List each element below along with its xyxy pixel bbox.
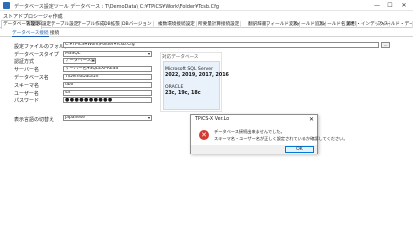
- user-field[interactable]: sa: [63, 90, 152, 96]
- dialog-body: ✕ データベース接続出来ませんでした。 スキーマ名・ユーザー名が正しく設定されて…: [191, 124, 348, 145]
- user-label: ユーザー名: [14, 91, 39, 97]
- schema-label: スキーマ名: [14, 83, 40, 89]
- schema-field[interactable]: dbo: [63, 82, 152, 88]
- dialog-footer: OK: [191, 145, 317, 154]
- browse-button[interactable]: ...: [381, 42, 390, 48]
- db-sqlserver-versions: 2022, 2019, 2017, 2016: [165, 73, 229, 78]
- server-field[interactable]: サーバー名¥SQLEXPRESS: [63, 66, 152, 72]
- supported-db-title: 対応データベース: [162, 55, 199, 60]
- dialog-title: TPiCS-X Ver.Lo: [195, 117, 230, 122]
- ok-button[interactable]: OK: [285, 146, 314, 153]
- server-label: サーバー名: [14, 67, 39, 73]
- subtab-connect[interactable]: 接続: [50, 30, 59, 37]
- maximize-button[interactable]: ☐: [384, 1, 396, 10]
- tab-admin-db-settings[interactable]: 管理DB設定: [25, 21, 54, 28]
- auth-label: 認証方式: [14, 59, 35, 65]
- dialog-message-line2: スキーマ名・ユーザー名が正しく設定されているか確認してください。: [214, 136, 348, 141]
- dbtype-label: データベースタイプ: [14, 52, 59, 58]
- folder-field[interactable]: C:¥TPiCS¥Work\Folder¥Tcsb.Cfg: [63, 42, 379, 48]
- tab-db-version[interactable]: DBバージョン: [121, 21, 154, 28]
- minimize-button[interactable]: —: [371, 1, 383, 10]
- menu-stored-procedure[interactable]: ストアドプロシージャ作成: [3, 13, 63, 20]
- tab-table-create[interactable]: テーブル作成: [76, 21, 107, 28]
- tab-db-extension[interactable]: DB拡張: [103, 21, 122, 28]
- title-bar: データベース設定ツール データベース : T\DemoData\ C:¥TPiC…: [0, 0, 413, 11]
- db-sqlserver-name: Microsoft SQL Server: [165, 67, 213, 72]
- app-icon: [3, 2, 10, 9]
- db-oracle-name: ORACLE: [165, 85, 184, 90]
- error-icon: ✕: [199, 130, 209, 140]
- language-label: 表示言語の切替え: [14, 117, 55, 123]
- db-oracle-versions: 23c, 19c, 18c: [165, 91, 201, 96]
- tab-multi-env[interactable]: 複数環境接続設定: [157, 21, 197, 28]
- error-dialog: TPiCS-X Ver.Lo ✕ ✕ データベース接続出来ませんでした。 スキー…: [190, 114, 348, 154]
- language-select[interactable]: Japanese: [63, 115, 152, 121]
- dialog-message-line1: データベース接続出来ませんでした。: [214, 129, 285, 134]
- tab-mrp-connection[interactable]: 所要量計算接続設定: [197, 21, 242, 28]
- dbtype-select[interactable]: MSSQL: [63, 51, 152, 57]
- sub-tab-bar: データベース接続 接続: [0, 29, 413, 37]
- menu-bar: ストアドプロシージャ作成: [0, 12, 413, 20]
- close-button[interactable]: ✕: [398, 1, 410, 10]
- main-tab-bar: データベース設定 管理DB設定 テーブル設定 テーブル作成 DB拡張 DBバージ…: [0, 20, 413, 29]
- subtab-db-connection[interactable]: データベース接続: [12, 30, 49, 37]
- window-title: データベース設定ツール データベース : T\DemoData\ C:¥TPiC…: [14, 4, 220, 10]
- password-field[interactable]: ●●●●●●●●●●: [63, 97, 152, 103]
- dialog-close-icon[interactable]: ✕: [309, 116, 314, 123]
- auth-select[interactable]: データベース認証: [63, 58, 96, 64]
- dbname-field[interactable]: T\DemoData5X: [63, 74, 152, 80]
- password-label: パスワード: [14, 98, 40, 104]
- dbname-label: データベース名: [14, 75, 49, 81]
- tab-field-data-maintenance[interactable]: フィールド・データメンテナンス: [376, 21, 413, 28]
